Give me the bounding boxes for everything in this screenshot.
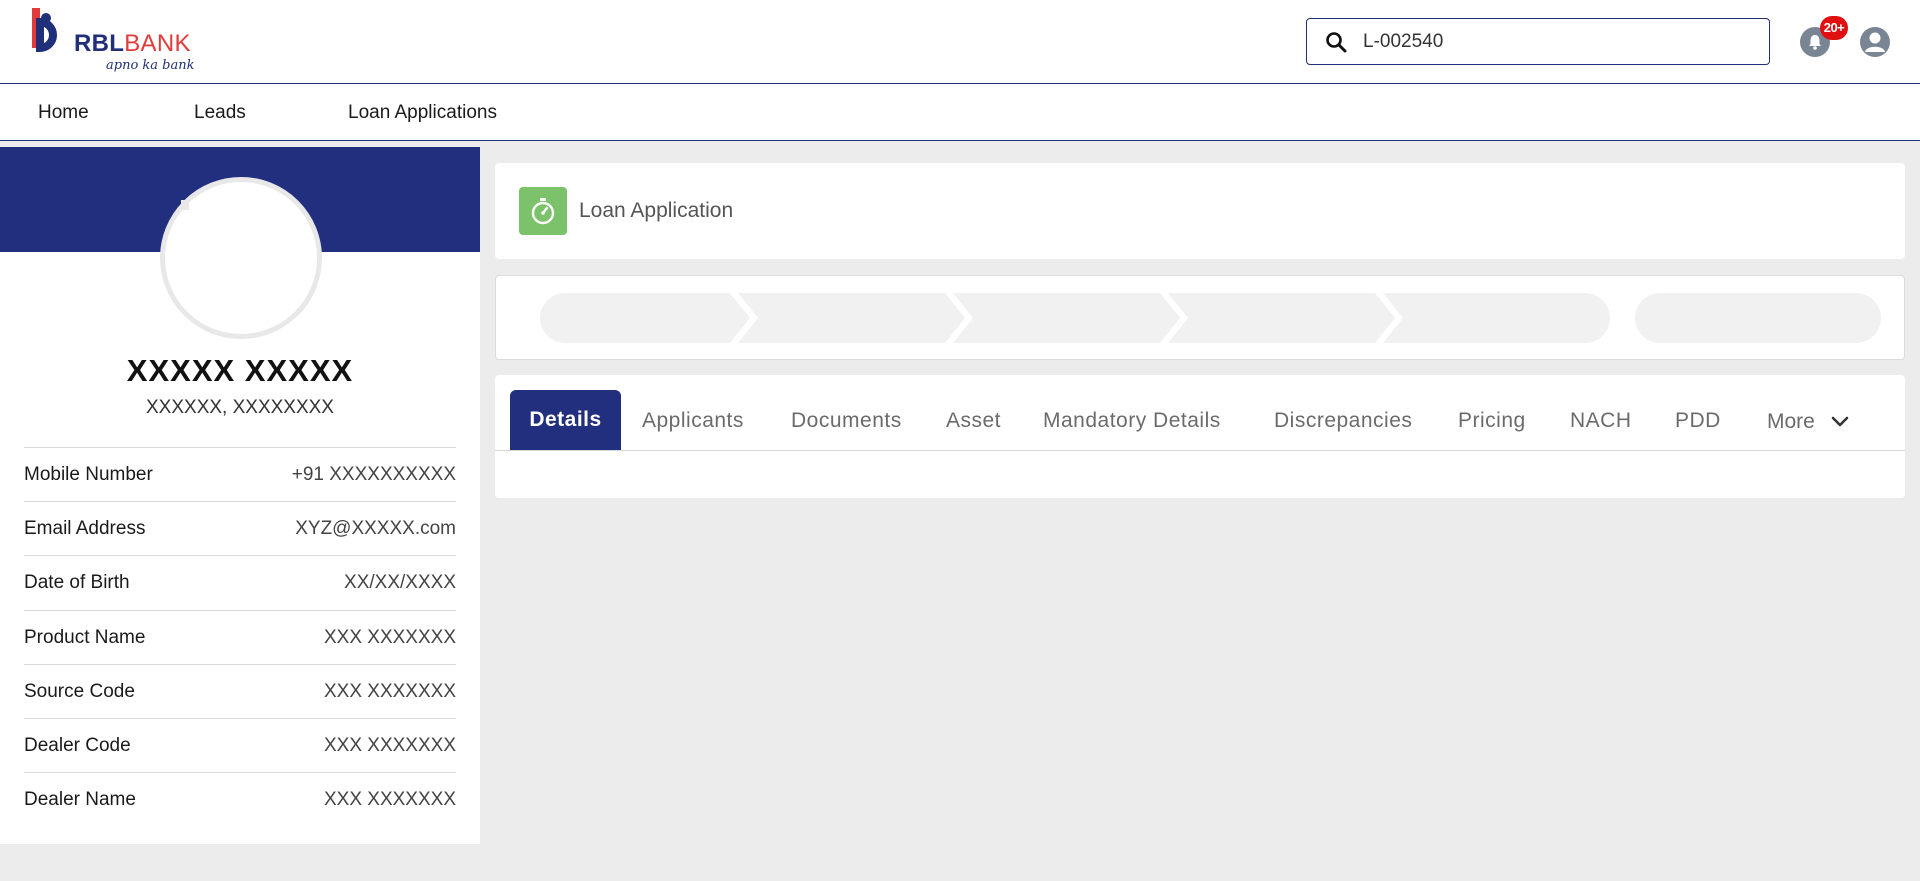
tab-details[interactable]: Details <box>510 390 621 450</box>
rbl-bank-logo[interactable]: RBLBANK apno ka bank <box>30 8 200 74</box>
tab-documents[interactable]: Documents <box>791 409 902 433</box>
info-value: XXX XXXXXXX <box>323 789 456 811</box>
info-row-source-code: Source Code XXX XXXXXXX <box>24 665 456 719</box>
info-label: Email Address <box>24 518 146 540</box>
info-label: Dealer Name <box>24 789 136 811</box>
record-header-card: Loan Application <box>495 163 1905 259</box>
tab-nach[interactable]: NACH <box>1570 409 1632 433</box>
photo-placeholder-mark <box>181 200 189 210</box>
info-row-product-name: Product Name XXX XXXXXXX <box>24 611 456 665</box>
info-row-dealer-code: Dealer Code XXX XXXXXXX <box>24 719 456 774</box>
stopwatch-icon-tile <box>519 187 567 235</box>
applicant-info-list: Mobile Number +91 XXXXXXXXXX Email Addre… <box>24 447 456 827</box>
info-value: XXX XXXXXXX <box>323 626 456 648</box>
search-input[interactable] <box>1363 27 1753 57</box>
path-mark-status-button[interactable] <box>1635 293 1881 343</box>
info-row-email-address: Email Address XYZ@XXXXX.com <box>24 502 456 557</box>
info-label: Mobile Number <box>24 464 153 485</box>
tab-more-button[interactable]: More <box>1767 410 1815 434</box>
path-stage-5 <box>1383 293 1610 343</box>
path-stage-3 <box>953 293 1180 343</box>
tab-mandatory-details[interactable]: Mandatory Details <box>1043 409 1221 433</box>
nav-item-loan-applications[interactable]: Loan Applications <box>348 102 497 124</box>
info-value: +91 XXXXXXXXXX <box>291 464 456 485</box>
info-label: Product Name <box>24 626 146 648</box>
main-nav: Home Leads Loan Applications <box>0 84 1920 141</box>
nav-item-leads[interactable]: Leads <box>194 102 246 124</box>
bell-icon <box>1809 35 1821 50</box>
logo-tagline: apno ka bank <box>106 58 195 73</box>
path-stages <box>540 293 1610 343</box>
info-value: XXX XXXXXXX <box>323 680 456 702</box>
path-stage-2 <box>738 293 965 343</box>
record-title: Loan Application <box>579 199 734 222</box>
logo-text-bank: BANK <box>124 30 191 57</box>
app-header: RBLBANK apno ka bank 20+ <box>0 0 1920 84</box>
tab-pricing[interactable]: Pricing <box>1458 409 1526 433</box>
info-row-date-of-birth: Date of Birth XX/XX/XXXX <box>24 556 456 611</box>
rbl-logo-mark-icon <box>32 8 57 53</box>
logo-text: RBLBANK <box>74 30 191 58</box>
info-value: XYZ@XXXXX.com <box>295 518 456 540</box>
path-stage-1 <box>540 293 750 343</box>
tab-applicants[interactable]: Applicants <box>642 409 744 433</box>
info-row-dealer-name: Dealer Name XXX XXXXXXX <box>24 773 456 827</box>
path-progress-card <box>495 275 1905 360</box>
notification-count-badge: 20+ <box>1820 16 1848 40</box>
tab-discrepancies[interactable]: Discrepancies <box>1274 409 1412 433</box>
applicant-profile-panel: XXXXX XXXXX XXXXXX, XXXXXXXX Mobile Numb… <box>0 147 480 844</box>
profile-photo <box>160 177 322 339</box>
chevron-down-icon <box>1831 416 1849 427</box>
tab-asset[interactable]: Asset <box>946 409 1001 433</box>
info-value: XXX XXXXXXX <box>323 734 456 756</box>
nav-item-home[interactable]: Home <box>38 102 89 124</box>
info-value: XX/XX/XXXX <box>344 572 456 594</box>
info-label: Dealer Code <box>24 734 131 756</box>
record-tabs-card: Details Applicants Documents Asset Manda… <box>495 375 1905 498</box>
logo-text-rbl: RBL <box>74 30 125 57</box>
info-row-mobile-number: Mobile Number +91 XXXXXXXXXX <box>24 448 456 503</box>
info-label: Date of Birth <box>24 572 130 594</box>
stopwatch-icon <box>531 198 555 225</box>
applicant-subtitle: XXXXXX, XXXXXXXX <box>146 397 334 418</box>
search-icon <box>1326 32 1347 53</box>
tab-pdd[interactable]: PDD <box>1675 409 1721 433</box>
applicant-name: XXXXX XXXXX <box>126 353 354 388</box>
path-stage-4 <box>1168 293 1395 343</box>
info-label: Source Code <box>24 680 135 702</box>
user-avatar-button[interactable] <box>1860 27 1890 57</box>
user-avatar-icon <box>1865 32 1885 52</box>
tab-bar: Details Applicants Documents Asset Manda… <box>495 375 1905 451</box>
global-search[interactable] <box>1306 18 1770 65</box>
